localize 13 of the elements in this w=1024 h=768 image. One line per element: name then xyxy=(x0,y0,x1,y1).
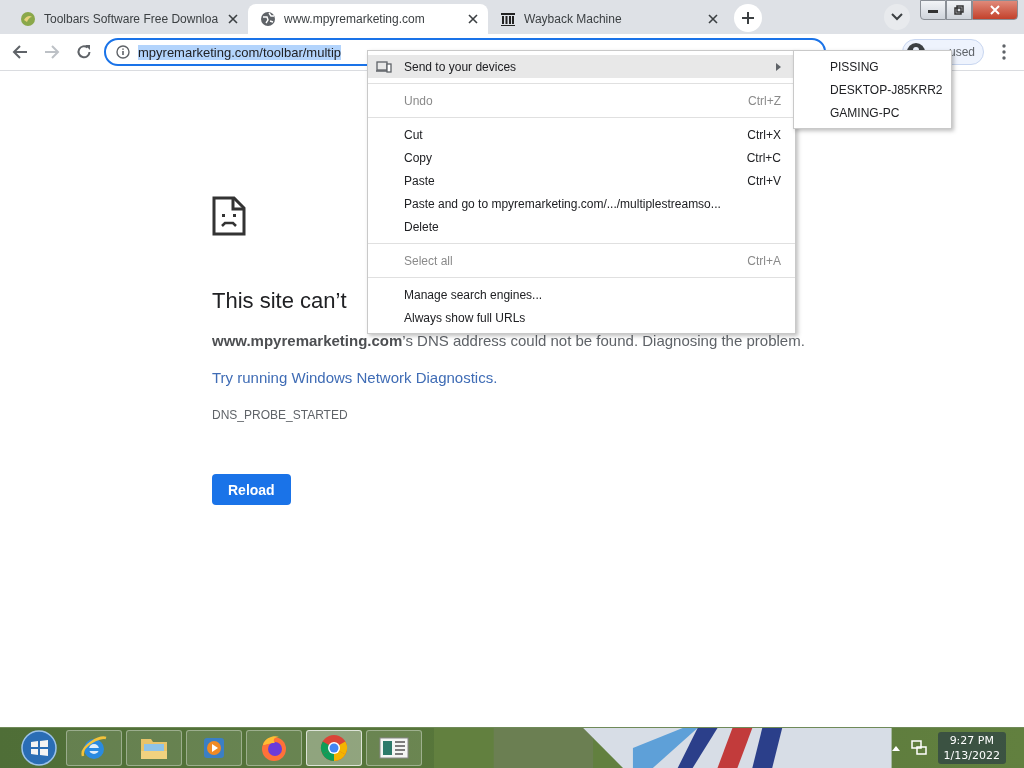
shortcut-label: Ctrl+A xyxy=(747,253,781,268)
error-message: www.mpyremarketing.com’s DNS address could not be found. Diagnosing the problem. xyxy=(212,332,805,349)
tab-title: www.mpyremarketing.com xyxy=(284,12,426,26)
error-title: This site can’t xyxy=(212,288,347,314)
clock-time: 9:27 PM xyxy=(949,734,994,747)
shortcut-label: Ctrl+V xyxy=(747,173,781,188)
tab-title: Toolbars Software Free Downloa xyxy=(44,12,220,26)
error-code: DNS_PROBE_STARTED xyxy=(212,408,348,422)
shortcut-label: Ctrl+Z xyxy=(748,93,781,108)
tab-title: Wayback Machine xyxy=(524,12,623,26)
clock-date: 1/13/2022 xyxy=(943,749,1000,762)
shortcut-label: Ctrl+X xyxy=(747,127,781,142)
shortcut-label: Ctrl+C xyxy=(746,150,781,165)
